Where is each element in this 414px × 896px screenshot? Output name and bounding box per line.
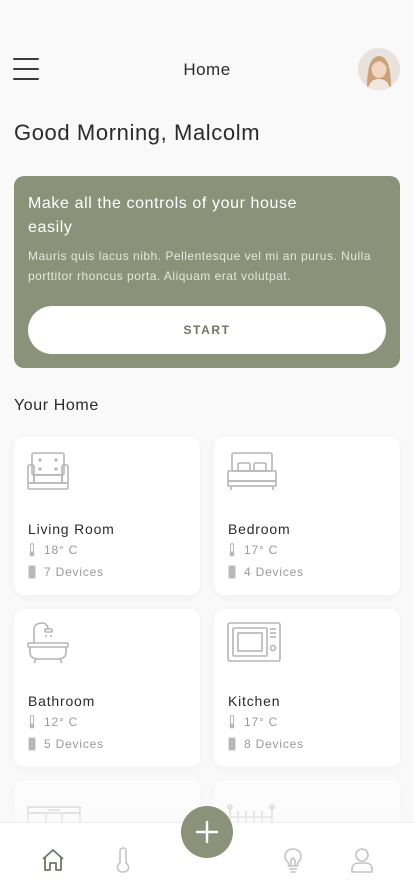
room-name: Bathroom	[28, 693, 96, 709]
profile-icon[interactable]	[350, 847, 374, 878]
device-icon	[228, 737, 236, 751]
room-devices: 5 Devices	[28, 737, 104, 751]
sofa-icon	[26, 449, 70, 498]
room-devices-count: 7 Devices	[44, 565, 104, 579]
room-card-bathroom[interactable]: Bathroom 12° C 5 Devices	[14, 609, 200, 767]
room-temperature: 12° C	[28, 715, 78, 729]
header: Home	[0, 46, 414, 92]
bathtub-icon	[26, 621, 72, 670]
room-name: Living Room	[28, 521, 115, 537]
room-devices-count: 5 Devices	[44, 737, 104, 751]
room-devices: 4 Devices	[228, 565, 304, 579]
microwave-icon	[226, 621, 282, 670]
thermometer-icon	[29, 543, 35, 557]
room-devices-count: 4 Devices	[244, 565, 304, 579]
room-temperature: 18° C	[28, 543, 78, 557]
room-devices-count: 8 Devices	[244, 737, 304, 751]
thermometer-icon[interactable]	[114, 847, 132, 878]
room-card-living-room[interactable]: Living Room 18° C 7 Devices	[14, 437, 200, 595]
room-temperature: 17° C	[228, 543, 278, 557]
room-devices: 8 Devices	[228, 737, 304, 751]
avatar[interactable]	[358, 48, 400, 90]
home-icon[interactable]	[40, 847, 66, 878]
greeting-text: Good Morning, Malcolm	[14, 120, 261, 145]
start-button[interactable]: START	[28, 306, 386, 354]
room-devices: 7 Devices	[28, 565, 104, 579]
room-temperature-value: 12° C	[44, 715, 79, 729]
thermometer-icon	[29, 715, 35, 729]
room-temperature: 17° C	[228, 715, 278, 729]
room-card-kitchen[interactable]: Kitchen 17° C 8 Devices	[214, 609, 400, 767]
device-icon	[28, 737, 36, 751]
page-title: Home	[183, 60, 231, 79]
section-title: Your Home	[14, 397, 99, 414]
thermometer-icon	[229, 543, 235, 557]
device-icon	[28, 565, 36, 579]
room-card-bedroom[interactable]: Bedroom 17° C 4 Devices	[214, 437, 400, 595]
room-temperature-value: 18° C	[44, 543, 79, 557]
lightbulb-icon[interactable]	[282, 847, 304, 878]
bed-icon	[226, 449, 278, 498]
room-name: Bedroom	[228, 521, 291, 537]
promo-card: Make all the controls of your house easi…	[14, 176, 400, 368]
room-name: Kitchen	[228, 693, 281, 709]
device-icon	[228, 565, 236, 579]
room-temperature-value: 17° C	[244, 543, 279, 557]
add-icon	[195, 820, 219, 844]
thermometer-icon	[229, 715, 235, 729]
add-button[interactable]	[181, 806, 233, 858]
room-temperature-value: 17° C	[244, 715, 279, 729]
promo-text: Mauris quis lacus nibh. Pellentesque vel…	[28, 249, 371, 283]
promo-title: Make all the controls of your house easi…	[28, 195, 298, 236]
